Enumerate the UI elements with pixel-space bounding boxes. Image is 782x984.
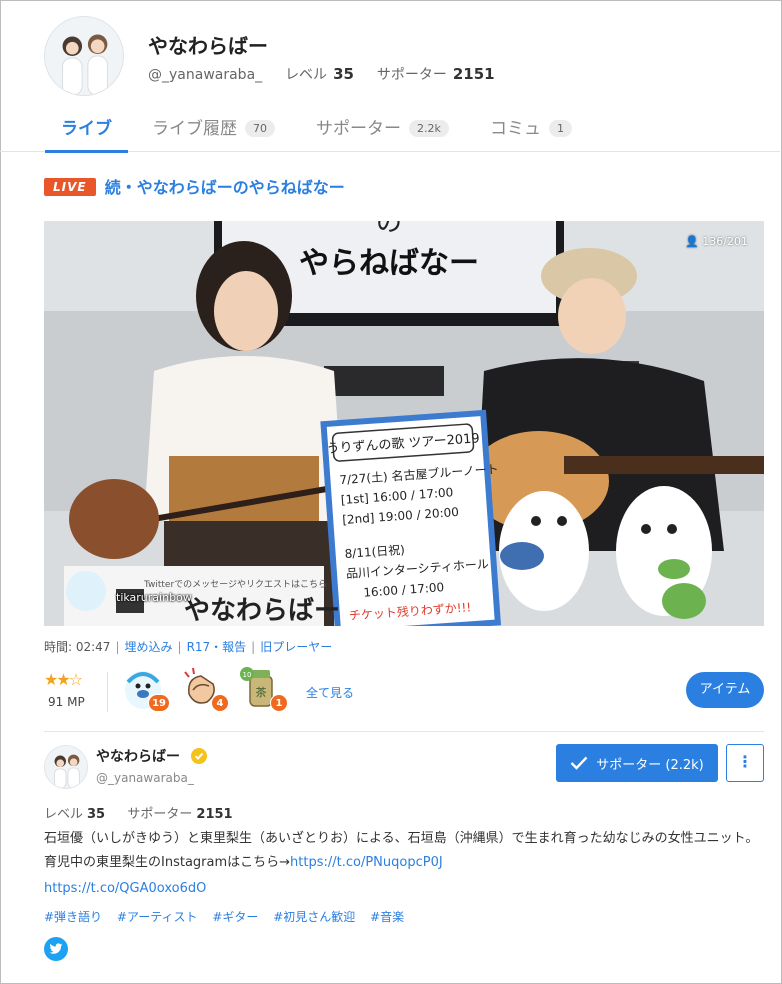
live-title-row: LIVE 続・やなわらばーのやらねばなー <box>44 174 345 198</box>
tab-count-badge: 2.2k <box>409 120 449 137</box>
tab-count-badge: 70 <box>245 120 275 137</box>
profile-link[interactable]: https://t.co/QGA0oxo6dO <box>44 881 206 896</box>
video-frame: の やらねばなー うりずんの歌 ツアー2019 7/27(土) 名古屋ブルーノー… <box>44 221 764 626</box>
supporter-label: サポーター <box>376 67 447 83</box>
more-menu-button[interactable]: ⋮ <box>726 744 764 782</box>
broadcaster-tag: tikarurainbow <box>116 591 192 604</box>
svg-text:10: 10 <box>243 671 252 679</box>
tag[interactable]: #弾き語り <box>44 910 102 924</box>
level-value: 35 <box>333 65 354 83</box>
profile-name: やなわらばー <box>148 34 268 58</box>
embed-link[interactable]: 埋め込み <box>125 640 173 654</box>
svg-text:やなわらばー: やなわらばー <box>184 596 340 626</box>
supporter-label: サポーター <box>127 807 193 822</box>
report-link[interactable]: R17・報告 <box>187 640 247 654</box>
svg-text:やらねばなー: やらねばなー <box>299 246 479 281</box>
broadcaster-handle: @_yanawaraba_ <box>96 771 194 785</box>
mp-points: 91 MP <box>48 695 85 709</box>
live-title[interactable]: 続・やなわらばーのやらねばなー <box>105 174 345 198</box>
rating: ★★☆ 91 MP <box>44 670 104 709</box>
verified-icon <box>190 748 207 764</box>
divider <box>107 672 108 712</box>
twitter-icon[interactable] <box>44 937 68 961</box>
avatar[interactable] <box>44 16 124 96</box>
tab-live-history[interactable]: ライブ履歴 70 <box>152 114 275 152</box>
vertical-dots-icon: ⋮ <box>737 752 753 771</box>
tab-label: コミュ <box>490 119 541 139</box>
live-badge: LIVE <box>44 178 96 196</box>
broadcaster-name: やなわらばー <box>96 746 207 766</box>
viewer-count-value: 136/201 <box>702 235 748 248</box>
tab-supporters[interactable]: サポーター 2.2k <box>316 114 449 152</box>
broadcaster-stats: レベル 35 サポーター 2151 <box>44 803 233 822</box>
elapsed-time: 時間: 02:47 <box>44 640 111 654</box>
profile-meta: @_yanawaraba_ レベル 35 サポーター 2151 <box>148 64 495 84</box>
tab-label: サポーター <box>316 119 401 139</box>
profile-tabs: ライブ ライブ履歴 70 サポーター 2.2k コミュ 1 <box>0 104 780 153</box>
svg-text:Twitterでのメッセージやリクエストはこちら: Twitterでのメッセージやリクエストはこちら <box>143 579 327 590</box>
broadcaster-description: 石垣優（いしがきゆう）と東里梨生（あいざとりお）による、石垣島（沖縄県）で生まれ… <box>44 827 768 875</box>
viewer-count: 👤 136/201 <box>685 235 748 248</box>
level-label: レベル <box>285 67 328 83</box>
item-button[interactable]: アイテム <box>686 672 764 708</box>
support-button-label: サポーター (2.2k) <box>596 757 704 773</box>
old-player-link[interactable]: 旧プレーヤー <box>260 640 332 654</box>
tab-live[interactable]: ライブ <box>45 114 128 153</box>
tea-gift-icon[interactable]: 茶 10 1 <box>238 664 288 712</box>
viewer-icon: 👤 <box>685 235 703 248</box>
tag-list: #弾き語り #アーティスト #ギター #初見さん歓迎 #音楽 <box>44 908 415 925</box>
tag[interactable]: #初見さん歓迎 <box>273 910 355 924</box>
supporter-count: 2151 <box>452 65 495 83</box>
gift-count-badge: 1 <box>270 694 288 712</box>
gift-count-badge: 4 <box>211 694 229 712</box>
check-icon <box>570 756 588 770</box>
profile-handle: @_yanawaraba_ <box>148 67 263 83</box>
support-button[interactable]: サポーター (2.2k) <box>556 744 718 782</box>
divider <box>44 731 764 732</box>
tab-count-badge: 1 <box>549 120 572 137</box>
video-links: 時間: 02:47 | 埋め込み | R17・報告 | 旧プレーヤー <box>44 640 333 654</box>
broadcaster-name-text: やなわらばー <box>96 749 180 765</box>
tab-community[interactable]: コミュ 1 <box>490 114 572 152</box>
tab-label: ライブ <box>61 119 112 139</box>
level-label: レベル <box>44 807 84 822</box>
see-all-link[interactable]: 全て見る <box>306 684 354 701</box>
tab-label: ライブ履歴 <box>152 119 237 139</box>
svg-text:の: の <box>376 221 402 238</box>
instagram-link[interactable]: https://t.co/PNuqopcP0J <box>290 855 443 870</box>
mascot-gift-icon[interactable]: 19 <box>120 664 170 712</box>
tag[interactable]: #アーティスト <box>117 910 198 924</box>
gift-count-badge: 19 <box>148 694 170 712</box>
video-player[interactable]: の やらねばなー うりずんの歌 ツアー2019 7/27(土) 名古屋ブルーノー… <box>44 221 764 626</box>
star-rating: ★★☆ <box>44 670 83 689</box>
tag[interactable]: #音楽 <box>370 910 404 924</box>
avatar[interactable] <box>44 745 88 789</box>
level-value: 35 <box>87 807 106 822</box>
svg-text:茶: 茶 <box>256 686 267 699</box>
clap-gift-icon[interactable]: 4 <box>179 664 229 712</box>
tag[interactable]: #ギター <box>212 910 258 924</box>
profile-header: やなわらばー @_yanawaraba_ レベル 35 サポーター 2151 <box>44 16 744 100</box>
supporter-count: 2151 <box>196 807 233 822</box>
